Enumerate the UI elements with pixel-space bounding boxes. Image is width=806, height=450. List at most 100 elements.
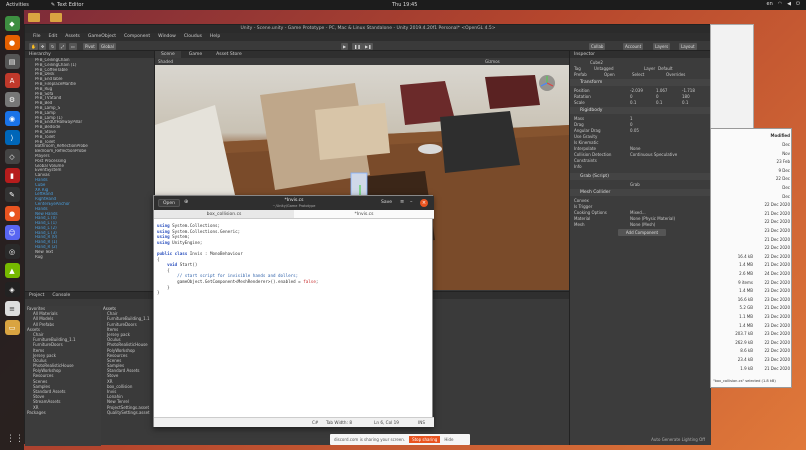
file-row[interactable]: 1.4 MB 23 Dec 2020	[711, 287, 793, 294]
play-button[interactable]: ▶	[341, 42, 349, 50]
global-button[interactable]: Global	[99, 42, 116, 50]
system-tray[interactable]: en ◠ ◀ ⏻	[767, 1, 800, 7]
discord-icon[interactable]: ☺	[4, 225, 20, 240]
files-icon[interactable]: ▤	[4, 54, 20, 69]
layer-dropdown[interactable]: Default	[658, 66, 673, 71]
file-row[interactable]: 5.2 GB 21 Dec 2020	[711, 304, 793, 311]
file-row[interactable]: 16.6 kB 23 Dec 2020	[711, 296, 793, 303]
tab-asset-store[interactable]: Asset Store	[210, 51, 248, 58]
tab-game[interactable]: Game	[183, 51, 208, 58]
unity-hub-icon[interactable]: ◆	[4, 16, 20, 31]
scale-x[interactable]: 0.1	[630, 100, 636, 105]
file-row[interactable]: 23 Dec 2020	[711, 227, 793, 234]
field-value[interactable]: Continuous Speculative	[630, 152, 677, 157]
cursor-position[interactable]: Ln 6, Col 19	[374, 420, 399, 425]
menu-component[interactable]: Component	[124, 33, 150, 41]
folder-icon[interactable]	[28, 13, 40, 22]
file-row[interactable]: 9 items 22 Dec 2020	[711, 279, 793, 286]
field-value[interactable]: Mixed...	[630, 210, 646, 215]
folder-icon[interactable]	[50, 13, 62, 22]
file-row[interactable]: 9 Dec	[711, 167, 793, 174]
app-menu[interactable]: ✎ Text Editor	[51, 2, 84, 8]
firefox-icon[interactable]: ●	[4, 35, 20, 50]
notes-icon[interactable]: ≡	[4, 301, 20, 316]
mesh-collider-header[interactable]: Mesh Collider	[570, 189, 712, 196]
close-icon[interactable]: ×	[420, 199, 428, 207]
file-row[interactable]: Nov	[711, 150, 793, 157]
position-x[interactable]: -2.039	[630, 88, 643, 93]
volume-icon[interactable]: ◀	[787, 1, 791, 7]
file-row[interactable]: Dec	[711, 184, 793, 191]
file-row[interactable]: 21 Dec 2020	[711, 210, 793, 217]
file-row[interactable]: Dec	[711, 141, 793, 148]
text-editor-dock-icon[interactable]: ✎	[4, 187, 20, 202]
prefab-select-button[interactable]: Select	[632, 72, 644, 77]
menu-file[interactable]: File	[33, 33, 41, 41]
file-row[interactable]: 22 Dec	[711, 175, 793, 182]
menu-window[interactable]: Window	[158, 33, 176, 41]
account-button[interactable]: Account	[623, 42, 644, 50]
activities-button[interactable]: Activities	[6, 2, 29, 8]
rigidbody-header[interactable]: Rigidbody	[570, 107, 712, 114]
position-y[interactable]: 1.067	[656, 88, 667, 93]
grab-script-header[interactable]: Grab (Script)	[570, 173, 712, 180]
power-icon[interactable]: ⏻	[796, 1, 800, 7]
minimize-icon[interactable]: –	[410, 199, 413, 205]
menu-assets[interactable]: Assets	[65, 33, 80, 41]
rotate-tool-button[interactable]: ↻	[49, 42, 57, 50]
step-button[interactable]: ▶❚	[363, 42, 374, 50]
save-button[interactable]: Save	[378, 199, 395, 207]
tab-project[interactable]: Project	[29, 292, 44, 299]
file-row[interactable]: 23.4 kB 23 Dec 2020	[711, 356, 793, 363]
unity-logo-icon[interactable]: ◈	[4, 282, 20, 297]
stop-sharing-button[interactable]: Stop sharing	[409, 436, 441, 443]
new-document-icon[interactable]: ⊕	[184, 199, 188, 205]
field-value[interactable]: 1	[630, 116, 633, 121]
field-value[interactable]: None (Physic Material)	[630, 216, 675, 221]
tag-dropdown[interactable]: Untagged	[594, 66, 614, 71]
rotation-y[interactable]: 0	[656, 94, 659, 99]
scale-tool-button[interactable]: ⤢	[59, 42, 67, 50]
tab-scene[interactable]: Scene	[155, 51, 181, 58]
pivot-button[interactable]: Pivot	[83, 42, 97, 50]
file-row[interactable]: 8.6 kB 22 Dec 2020	[711, 347, 793, 354]
file-row[interactable]: 203.7 kB 23 Dec 2020	[711, 330, 793, 337]
tab-box-collision[interactable]: box_collision.cs	[154, 210, 294, 218]
language-selector[interactable]: C#	[312, 420, 318, 425]
file-row[interactable]: 21 Dec 2020	[711, 236, 793, 243]
hierarchy-tab[interactable]: Hierarchy	[25, 51, 154, 58]
scale-y[interactable]: 0.1	[656, 100, 662, 105]
chrome-icon[interactable]: ◉	[4, 111, 20, 126]
transform-header[interactable]: Transform	[570, 79, 712, 86]
file-row[interactable]: Dec	[711, 193, 793, 200]
file-row[interactable]: 22 Dec 2020	[711, 218, 793, 225]
file-row[interactable]: 23 Feb	[711, 158, 793, 165]
prefab-overrides-button[interactable]: Overrides	[666, 72, 685, 77]
folder-dock-icon[interactable]: ▭	[4, 320, 20, 335]
layout-button[interactable]: Layout	[679, 42, 697, 50]
file-row[interactable]: 262.9 kB 22 Dec 2020	[711, 339, 793, 346]
nvidia-icon[interactable]: ▲	[4, 263, 20, 278]
tab-invis[interactable]: *Invis.cs	[294, 210, 434, 218]
terminal-icon[interactable]: ▮	[4, 168, 20, 183]
menu-edit[interactable]: Edit	[49, 33, 58, 41]
file-row[interactable]: 16.4 kB 22 Dec 2020	[711, 253, 793, 260]
steam-icon[interactable]: ◎	[4, 244, 20, 259]
wifi-icon[interactable]: ◠	[778, 1, 782, 7]
file-row[interactable]: 22 Dec 2020	[711, 201, 793, 208]
move-tool-button[interactable]: ✥	[39, 42, 47, 50]
rotation-x[interactable]: 0	[630, 94, 633, 99]
show-apps-icon[interactable]: ⋮⋮	[6, 434, 24, 444]
collab-button[interactable]: Collab	[589, 42, 606, 50]
field-value[interactable]: None (Mesh)	[630, 222, 655, 227]
field-value[interactable]: None	[630, 146, 640, 151]
scale-z[interactable]: 0.1	[682, 100, 688, 105]
inspector-tab[interactable]: Inspector	[570, 51, 711, 58]
app-icon-orange[interactable]: ●	[4, 206, 20, 221]
settings-icon[interactable]: ⚙	[4, 92, 20, 107]
menu-help[interactable]: Help	[210, 33, 220, 41]
unity-icon[interactable]: ◇	[4, 149, 20, 164]
app-center-icon[interactable]: A	[4, 73, 20, 88]
field-value[interactable]: 0.05	[630, 128, 639, 133]
project-folder-item[interactable]: Packages	[25, 410, 101, 415]
